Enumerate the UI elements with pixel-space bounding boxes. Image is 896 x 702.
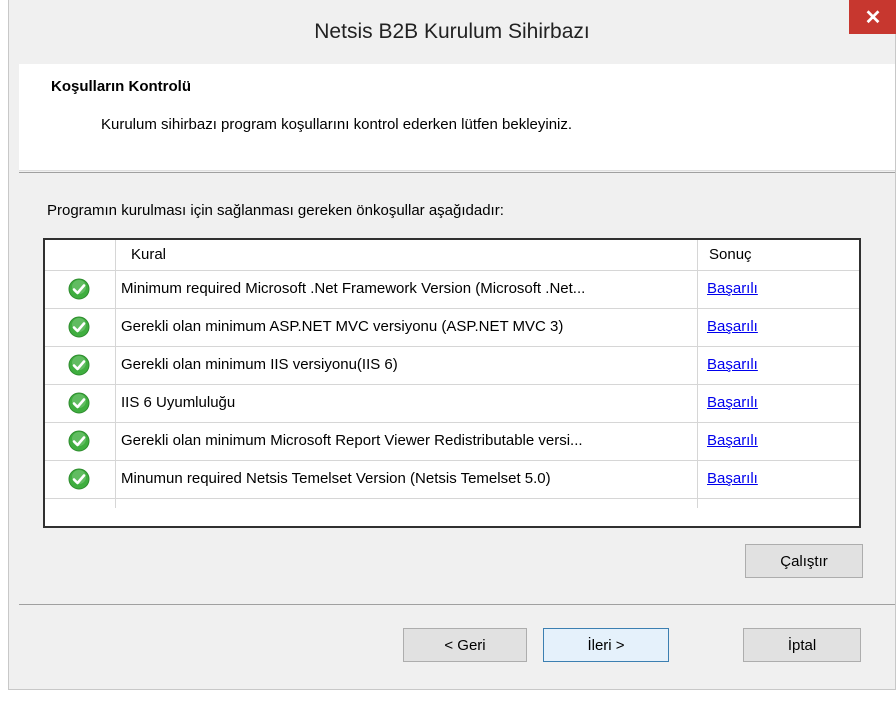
rule-cell: Gerekli olan minimum IIS versiyonu(IIS 6…: [121, 356, 398, 373]
result-link[interactable]: Başarılı: [707, 394, 758, 411]
window-title: Netsis B2B Kurulum Sihirbazı: [314, 20, 590, 43]
installer-window: Netsis B2B Kurulum Sihirbazı ✕ Koşulları…: [8, 0, 896, 690]
header-panel: Koşulların Kontrolü Kurulum sihirbazı pr…: [19, 64, 895, 171]
close-button[interactable]: ✕: [849, 0, 896, 34]
run-button[interactable]: Çalıştır: [745, 544, 863, 578]
check-icon: [68, 468, 90, 490]
page-description: Kurulum sihirbazı program koşullarını ko…: [101, 116, 573, 133]
table-row[interactable]: Gerekli olan minimum Microsoft Report Vi…: [45, 422, 859, 461]
prerequisites-grid[interactable]: Kural Sonuç Minimum required Microsoft .…: [43, 238, 861, 528]
rule-cell: Gerekli olan minimum Microsoft Report Vi…: [121, 432, 583, 449]
prerequisites-label: Programın kurulması için sağlanması gere…: [47, 202, 504, 219]
rule-cell: Gerekli olan minimum ASP.NET MVC versiyo…: [121, 318, 564, 335]
table-row[interactable]: Minumun required Netsis Temelset Version…: [45, 460, 859, 499]
close-icon: ✕: [864, 6, 882, 29]
column-header-rule[interactable]: Kural: [131, 246, 166, 263]
column-header-result[interactable]: Sonuç: [709, 246, 752, 263]
table-row[interactable]: IIS 6 Uyumluluğu Başarılı: [45, 384, 859, 423]
result-link[interactable]: Başarılı: [707, 432, 758, 449]
result-link[interactable]: Başarılı: [707, 318, 758, 335]
rule-cell: Minumun required Netsis Temelset Version…: [121, 470, 551, 487]
rule-cell: IIS 6 Uyumluluğu: [121, 394, 236, 411]
result-link[interactable]: Başarılı: [707, 356, 758, 373]
check-icon: [68, 430, 90, 452]
check-icon: [68, 354, 90, 376]
page-title: Koşulların Kontrolü: [51, 78, 191, 95]
back-button[interactable]: < Geri: [403, 628, 527, 662]
check-icon: [68, 392, 90, 414]
cancel-button[interactable]: İptal: [743, 628, 861, 662]
result-link[interactable]: Başarılı: [707, 280, 758, 297]
footer-divider: [19, 604, 895, 605]
title-bar: Netsis B2B Kurulum Sihirbazı ✕: [9, 0, 896, 64]
grid-header: Kural Sonuç: [45, 240, 859, 271]
next-button[interactable]: İleri >: [543, 628, 669, 662]
table-row[interactable]: Gerekli olan minimum IIS versiyonu(IIS 6…: [45, 346, 859, 385]
check-icon: [68, 316, 90, 338]
check-icon: [68, 278, 90, 300]
table-row[interactable]: Minimum required Microsoft .Net Framewor…: [45, 270, 859, 309]
header-divider: [19, 172, 895, 173]
table-row[interactable]: Gerekli olan minimum ASP.NET MVC versiyo…: [45, 308, 859, 347]
result-link[interactable]: Başarılı: [707, 470, 758, 487]
rule-cell: Minimum required Microsoft .Net Framewor…: [121, 280, 586, 297]
